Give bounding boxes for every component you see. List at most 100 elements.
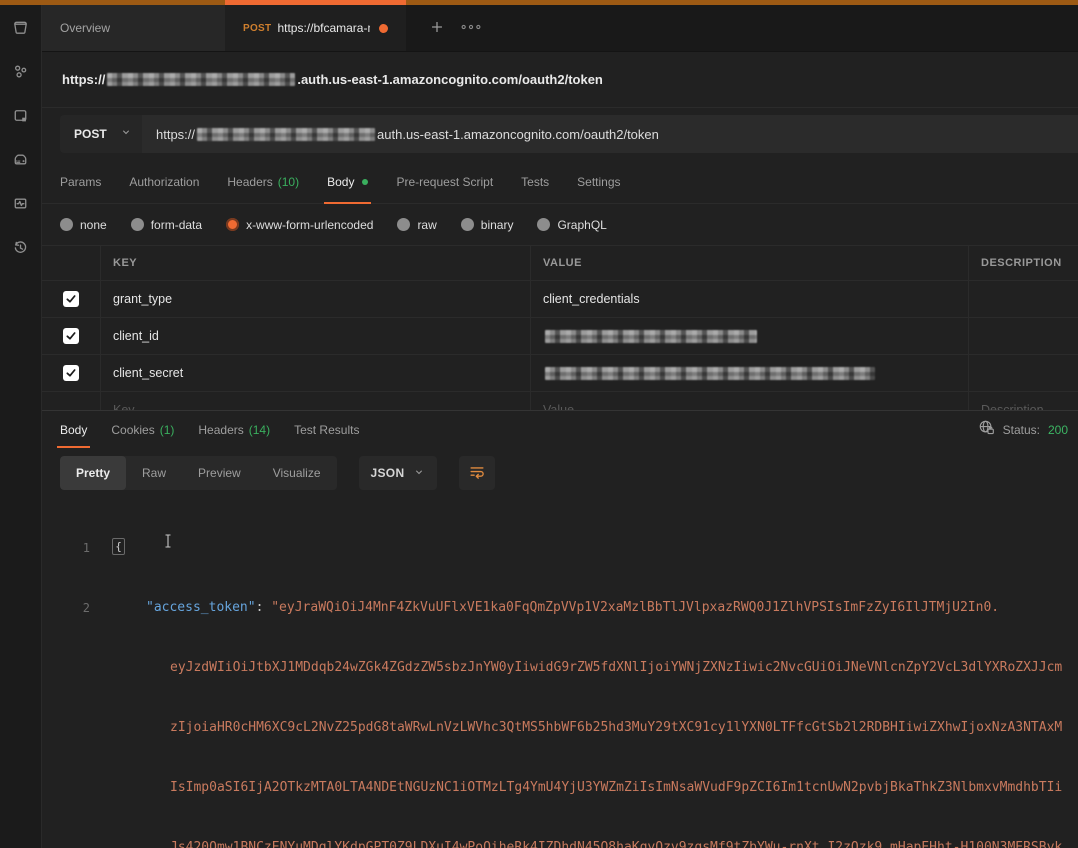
description-cell[interactable]	[968, 281, 1078, 317]
body-mode-graphql[interactable]: GraphQL	[537, 218, 606, 232]
sidebar-mock-servers-button[interactable]	[0, 137, 42, 181]
tab-body[interactable]: Body	[327, 160, 368, 203]
tab-options-button[interactable]	[454, 5, 488, 51]
sidebar-environments-button[interactable]	[0, 93, 42, 137]
json-string: zIjoiaHR0cHM6XC9cL2NvZ25pdG8taWRwLnVzLWV…	[170, 718, 1062, 738]
tab-tests[interactable]: Tests	[521, 160, 549, 203]
response-tab-body[interactable]: Body	[60, 411, 87, 448]
status-label: Status:	[1003, 423, 1040, 437]
sidebar-history-button[interactable]	[0, 225, 42, 269]
status-value: 200	[1048, 423, 1068, 437]
response-body-viewer[interactable]: 1{ 2"access_token": "eyJraWQiOiJ4MnF4ZkV…	[42, 498, 1078, 848]
tab-bar: Overview POST https://bfcamara-my-	[42, 5, 1078, 52]
redacted-domain	[107, 73, 295, 86]
line-number: 2	[42, 598, 90, 618]
collections-icon	[11, 18, 30, 37]
description-placeholder[interactable]: Description	[968, 392, 1078, 410]
response-view-switch: Pretty Raw Preview Visualize	[60, 456, 337, 490]
body-mode-raw[interactable]: raw	[397, 218, 436, 232]
table-row: client_id	[42, 317, 1078, 354]
value-placeholder[interactable]: Value	[530, 392, 968, 410]
row-checkbox-checked[interactable]	[63, 365, 79, 381]
wrap-text-icon	[468, 463, 486, 484]
radio-icon	[461, 218, 474, 231]
table-header-row: KEY VALUE DESCRIPTION	[42, 246, 1078, 280]
monitors-icon	[11, 194, 30, 213]
description-column-header: DESCRIPTION	[968, 246, 1078, 280]
tab-params[interactable]: Params	[60, 160, 101, 203]
response-tab-headers[interactable]: Headers(14)	[198, 411, 270, 448]
plus-icon	[428, 18, 446, 39]
text-cursor-artifact	[163, 533, 173, 556]
sidebar-monitors-button[interactable]	[0, 181, 42, 225]
row-checkbox-checked[interactable]	[63, 291, 79, 307]
fold-toggle[interactable]: {	[112, 538, 125, 555]
tab-headers[interactable]: Headers(10)	[227, 160, 299, 203]
radio-icon	[397, 218, 410, 231]
redacted-domain	[197, 128, 375, 141]
request-url-banner: https://.auth.us-east-1.amazoncognito.co…	[42, 52, 1078, 108]
view-pretty[interactable]: Pretty	[60, 456, 126, 490]
key-cell[interactable]: client_id	[100, 318, 530, 354]
body-present-dot	[362, 179, 368, 185]
key-cell[interactable]: grant_type	[100, 281, 530, 317]
headers-count-badge: (10)	[278, 175, 299, 189]
body-mode-form-data[interactable]: form-data	[131, 218, 202, 232]
apis-icon	[11, 62, 30, 81]
code-line: 2"access_token": "eyJraWQiOiJ4MnF4ZkVuUF…	[42, 598, 1078, 618]
tab-authorization[interactable]: Authorization	[129, 160, 199, 203]
value-cell[interactable]: client_credentials	[530, 281, 968, 317]
banner-url-prefix: https://	[62, 72, 105, 87]
tab-overview[interactable]: Overview	[42, 5, 225, 51]
body-mode-binary[interactable]: binary	[461, 218, 514, 232]
checkbox-column-header	[42, 246, 100, 280]
sidebar-apis-button[interactable]	[0, 49, 42, 93]
radio-selected-icon	[226, 218, 239, 231]
value-cell[interactable]	[530, 355, 968, 391]
value-cell[interactable]	[530, 318, 968, 354]
format-dropdown[interactable]: JSON	[359, 456, 438, 490]
unsaved-changes-dot	[379, 24, 388, 33]
wrap-text-button[interactable]	[459, 456, 495, 490]
body-mode-none[interactable]: none	[60, 218, 107, 232]
request-tabs: Params Authorization Headers(10) Body Pr…	[42, 160, 1078, 204]
radio-icon	[60, 218, 73, 231]
key-cell[interactable]: client_secret	[100, 355, 530, 391]
row-checkbox-checked[interactable]	[63, 328, 79, 344]
method-dropdown[interactable]: POST	[60, 115, 142, 153]
url-prefix: https://	[156, 127, 195, 142]
value-column-header: VALUE	[530, 246, 968, 280]
request-builder-row: POST https://auth.us-east-1.amazoncognit…	[42, 108, 1078, 160]
body-mode-x-www-form-urlencoded[interactable]: x-www-form-urlencoded	[226, 218, 373, 232]
response-tab-test-results[interactable]: Test Results	[294, 411, 359, 448]
tab-settings[interactable]: Settings	[577, 160, 620, 203]
urlencoded-params-table: KEY VALUE DESCRIPTION grant_type client_…	[42, 245, 1078, 410]
radio-icon	[537, 218, 550, 231]
history-icon	[11, 238, 30, 257]
code-line-wrapped: IsImp0aSI6IjA2OTkzMTA0LTA4NDEtNGUzNC1iOT…	[42, 778, 1078, 798]
table-row: client_secret	[42, 354, 1078, 391]
response-tab-cookies[interactable]: Cookies(1)	[111, 411, 174, 448]
key-placeholder[interactable]: Key	[100, 392, 530, 410]
key-column-header: KEY	[100, 246, 530, 280]
view-visualize[interactable]: Visualize	[257, 456, 337, 490]
code-line: 1{	[42, 538, 1078, 558]
json-string: "eyJraWQiOiJ4MnF4ZkVuUFlxVE1ka0FqQmZpVVp…	[271, 600, 999, 615]
tab-active-request[interactable]: POST https://bfcamara-my-	[225, 5, 406, 51]
json-key: "access_token"	[146, 600, 256, 615]
tab-pre-request-script[interactable]: Pre-request Script	[396, 160, 493, 203]
view-raw[interactable]: Raw	[126, 456, 182, 490]
table-placeholder-row: Key Value Description	[42, 391, 1078, 410]
response-header: Body Cookies(1) Headers(14) Test Results…	[42, 411, 1078, 448]
line-number: 1	[42, 538, 90, 558]
url-input[interactable]: https://auth.us-east-1.amazoncognito.com…	[142, 115, 1078, 153]
view-preview[interactable]: Preview	[182, 456, 257, 490]
redacted-value	[545, 330, 757, 343]
new-tab-button[interactable]	[420, 5, 454, 51]
tab-title: https://bfcamara-my-	[277, 21, 370, 35]
chevron-down-icon	[120, 125, 132, 143]
description-cell[interactable]	[968, 318, 1078, 354]
description-cell[interactable]	[968, 355, 1078, 391]
mock-servers-icon	[11, 150, 30, 169]
sidebar-collections-button[interactable]	[0, 5, 42, 49]
